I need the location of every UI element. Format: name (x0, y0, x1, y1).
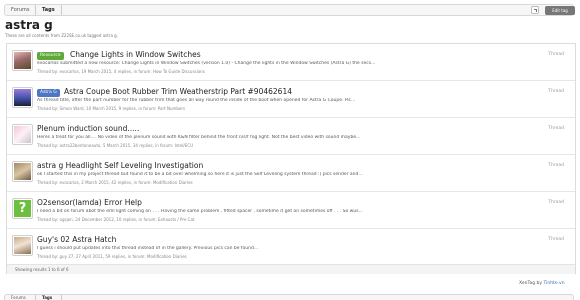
page-description: These are all contents from Z22SE.co.uk … (5, 33, 118, 38)
page-title: astra g (5, 18, 53, 32)
result-title[interactable]: Plenum induction sound..... (37, 124, 139, 133)
breadcrumb-item-tags[interactable]: Tags (36, 295, 62, 300)
result-row[interactable]: Plenum induction sound..... Heres a trea… (7, 118, 575, 155)
avatar[interactable] (12, 50, 33, 71)
credit-prefix: XenTag by (519, 281, 543, 286)
breadcrumb: Forums Tags Edit tag (4, 4, 575, 16)
result-meta: Thread by: astra22bentoneauto, 5 March 2… (37, 143, 194, 148)
result-title[interactable]: astra g Headlight Self Leveling Investig… (37, 161, 203, 170)
jump-icon[interactable] (531, 6, 539, 14)
result-meta: Thread by: Simon Ward, 10 March 2015, 9 … (37, 106, 186, 111)
default-avatar[interactable]: ? (12, 198, 33, 219)
content-type-label: Thread (548, 237, 564, 242)
results-count: Showing results 1 to 6 of 6 (7, 264, 575, 274)
avatar[interactable] (12, 87, 33, 108)
question-mark-icon: ? (18, 201, 27, 216)
breadcrumb-item-forums[interactable]: Forums (5, 5, 36, 15)
result-meta: Thread by: evocarlos, 19 March 2015, 4 r… (37, 69, 205, 74)
result-meta: Thread by: guy 27, 27 April 2011, 59 rep… (37, 254, 187, 259)
result-title[interactable]: O2sensor(lamda) Error Help (37, 198, 142, 207)
content-type-label: Thread (548, 200, 564, 205)
result-title[interactable]: Astra Coupe Boot Rubber Trim Weatherstri… (64, 87, 292, 96)
result-title[interactable]: Change Lights in Window Switches (70, 50, 201, 59)
result-row[interactable]: Guy's 02 Astra Hatch I guess i should pu… (7, 229, 575, 266)
footer-credit: XenTag by Tinhte.vn (519, 281, 565, 286)
result-snippet: I need a bit on forum abot the eml light… (37, 209, 363, 214)
avatar[interactable] (12, 161, 33, 182)
credit-link[interactable]: Tinhte.vn (544, 281, 565, 286)
result-snippet: I guess i should put updates into this t… (37, 246, 259, 251)
breadcrumb-item-forums[interactable]: Forums (5, 295, 36, 300)
avatar[interactable] (12, 124, 33, 145)
content-type-label: Thread (548, 52, 564, 57)
result-row[interactable]: ? O2sensor(lamda) Error Help I need a bi… (7, 192, 575, 229)
result-row[interactable]: astra g Headlight Self Leveling Investig… (7, 155, 575, 192)
content-type-label: Thread (548, 89, 564, 94)
results-list: Resource Change Lights in Window Switche… (6, 43, 576, 274)
breadcrumb-item-tags[interactable]: Tags (36, 5, 62, 15)
result-snippet: ok I started this in my project thread b… (37, 172, 363, 177)
result-row[interactable]: Resource Change Lights in Window Switche… (7, 44, 575, 81)
avatar[interactable] (12, 235, 33, 256)
result-snippet: evocarlos submitted a new resource: Chan… (37, 61, 376, 66)
bottom-breadcrumb: Forums Tags (4, 294, 574, 300)
result-title[interactable]: Guy's 02 Astra Hatch (37, 235, 116, 244)
result-row[interactable]: Astra G Astra Coupe Boot Rubber Trim Wea… (7, 81, 575, 118)
edit-tag-button[interactable]: Edit tag (545, 6, 575, 15)
content-type-label: Thread (548, 163, 564, 168)
prefix-badge[interactable]: Astra G (37, 89, 60, 97)
result-meta: Thread by: evocarlos, 2 March 2015, 42 r… (37, 180, 193, 185)
prefix-badge[interactable]: Resource (37, 52, 64, 60)
result-snippet: As thread title, after the part number f… (37, 98, 356, 103)
result-meta: Thread by: ogsjen, 24 December 2012, 10 … (37, 217, 195, 222)
result-snippet: Heres a treat for you all.... No video o… (37, 135, 361, 140)
content-type-label: Thread (548, 126, 564, 131)
